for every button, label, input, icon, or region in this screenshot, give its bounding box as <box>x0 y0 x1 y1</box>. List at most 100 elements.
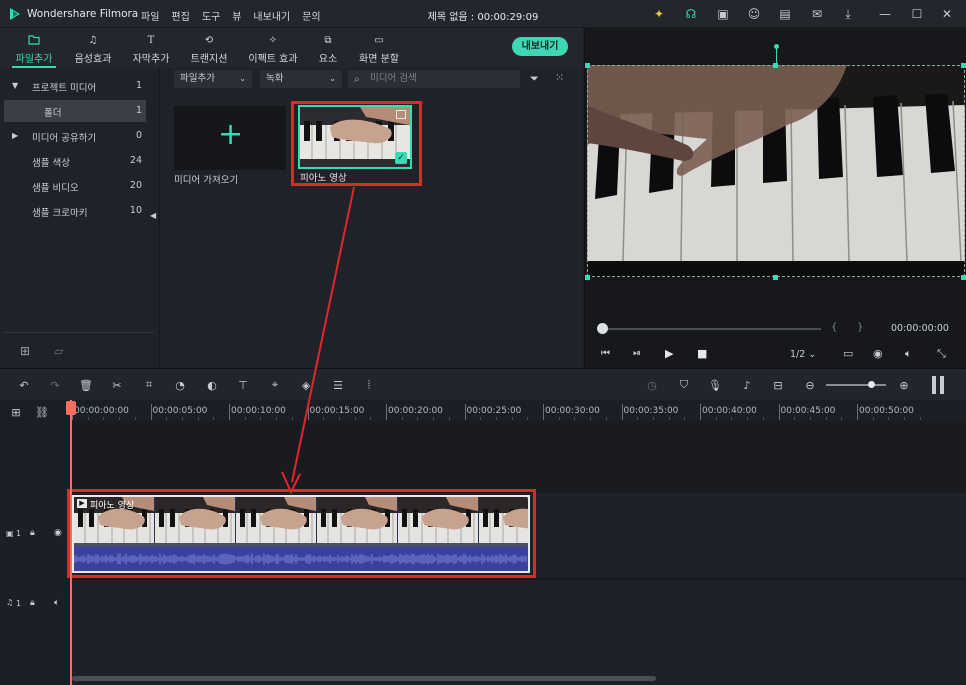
timeline-horizontal-scrollbar[interactable] <box>72 676 656 681</box>
motion-track-icon[interactable]: ⌖ <box>267 377 283 393</box>
headset-icon[interactable]: ☊ <box>682 5 700 23</box>
pause-bar-right[interactable] <box>940 376 944 394</box>
record-dropdown-label: 녹화 <box>266 73 284 84</box>
menu-tools[interactable]: 도구 <box>202 8 220 23</box>
ruler-minor-tick <box>668 417 670 420</box>
delete-icon[interactable]: 🗑︎ <box>78 377 94 393</box>
sidebar-item-sample-colors[interactable]: 샘플 색상 24 <box>4 150 146 172</box>
gift-icon[interactable]: ▣ <box>714 5 732 23</box>
voiceover-icon[interactable]: ♪ <box>739 377 755 393</box>
crop-icon[interactable]: ⌗ <box>141 377 157 393</box>
record-dropdown[interactable]: 녹화 ⌄ <box>260 70 342 88</box>
ruler-minor-tick <box>747 417 749 420</box>
tab-elements[interactable]: ⧉ 요소 <box>310 28 346 68</box>
step-forward-icon[interactable]: ⏯ <box>633 348 641 359</box>
tab-titles[interactable]: T 자막추가 <box>124 28 178 68</box>
sidebar-item-sample-video[interactable]: 샘플 비디오 20 <box>4 175 146 197</box>
zoom-slider-knob[interactable] <box>868 381 875 388</box>
tab-effects[interactable]: ✧ 이펙트 효과 <box>242 28 304 68</box>
mark-in-button[interactable]: { <box>831 322 837 333</box>
stop-icon[interactable]: ■ <box>697 347 707 360</box>
menu-file[interactable]: 파일 <box>141 8 159 23</box>
close-icon[interactable]: ✕ <box>938 5 956 23</box>
fullscreen-icon[interactable]: ⤡ <box>937 347 946 361</box>
download-icon[interactable]: ⤓ <box>839 5 857 23</box>
sidebar-item-sample-chroma[interactable]: 샘플 크로마키 10 <box>4 200 146 222</box>
ruler-minor-tick <box>401 417 403 420</box>
sidebar-item-shared-media[interactable]: ▶ 미디어 공유하기 0 <box>4 125 146 147</box>
audio-wave-icon[interactable]: ⦙ <box>361 377 377 393</box>
import-dropdown[interactable]: 파일추가 ⌄ <box>174 70 252 88</box>
minimize-icon[interactable]: — <box>876 5 894 23</box>
play-icon[interactable]: ▶ <box>665 347 673 360</box>
mark-out-button[interactable]: } <box>857 322 863 333</box>
new-folder-icon[interactable]: ⊞ <box>20 344 30 358</box>
tab-audio[interactable]: ♫ 음성효과 <box>66 28 120 68</box>
expand-arrow-icon[interactable]: ▶ <box>12 131 18 140</box>
lock-icon[interactable]: 🔒︎ <box>30 528 35 538</box>
camera-icon[interactable]: ◉ <box>873 347 883 360</box>
tab-import[interactable]: 파일추가 <box>8 28 60 68</box>
speaker-icon[interactable]: 🔈︎ <box>54 598 59 608</box>
filter-icon[interactable]: ⏷ <box>530 72 539 86</box>
menu-help[interactable]: 문의 <box>302 8 320 23</box>
mail-icon[interactable]: ✉ <box>808 5 826 23</box>
grid-view-icon[interactable]: ⁙ <box>555 71 564 84</box>
resize-handle[interactable] <box>585 63 590 68</box>
folder-outline-icon[interactable]: ▱ <box>54 344 63 358</box>
resize-handle[interactable] <box>585 275 590 280</box>
menu-edit[interactable]: 편집 <box>171 8 189 23</box>
add-track-icon[interactable]: ⊞ <box>8 404 24 420</box>
scrubber-knob[interactable] <box>597 323 608 334</box>
render-icon[interactable]: ◷ <box>644 377 660 393</box>
expand-arrow-icon[interactable]: ▼ <box>12 81 18 90</box>
link-icon[interactable]: ⛓ <box>34 404 50 420</box>
eye-icon[interactable]: ◉ <box>54 528 62 538</box>
monitor-icon[interactable]: ▭ <box>843 347 853 360</box>
zoom-slider[interactable] <box>826 384 886 386</box>
pip-icon[interactable]: ⊟ <box>770 377 786 393</box>
tab-transitions[interactable]: ⟲ 트랜지션 <box>182 28 236 68</box>
microphone-icon[interactable]: 🎙︎ <box>707 377 723 393</box>
timeline-ruler[interactable]: ⊞ ⛓ 00:00:00:00 00:00:05:00 00:00:10:00 00:… <box>0 400 966 422</box>
undo-icon[interactable]: ↶ <box>16 377 32 393</box>
media-search-input[interactable]: ⌕ 미디어 검색 <box>348 70 520 88</box>
preview-scrubber[interactable] <box>599 328 821 330</box>
save-icon[interactable]: ▤ <box>776 5 794 23</box>
tab-split-screen[interactable]: ▭ 화면 분할 <box>352 28 406 68</box>
sidebar-item-project-media[interactable]: ▼ 프로젝트 미디어 1 <box>4 75 146 97</box>
menu-view[interactable]: 뷰 <box>232 8 241 23</box>
resize-handle[interactable] <box>961 275 966 280</box>
marker-icon[interactable]: ⛉ <box>676 377 692 393</box>
zoom-out-icon[interactable]: ⊖ <box>802 377 818 393</box>
resize-handle[interactable] <box>773 63 778 68</box>
account-icon[interactable]: ☺ <box>745 5 763 23</box>
ruler-minor-tick <box>417 417 419 420</box>
collapse-sidebar-icon[interactable]: ◀ <box>150 211 156 220</box>
ruler-tick-label: 00:00:40:00 <box>702 406 757 416</box>
playhead-line[interactable] <box>70 400 72 685</box>
adjust-icon[interactable]: ☰ <box>330 377 346 393</box>
quality-dropdown[interactable]: 1/2 ⌄ <box>790 349 816 360</box>
import-media-tile[interactable]: + <box>174 106 286 170</box>
export-button[interactable]: 내보내기 <box>512 37 568 56</box>
sidebar-item-count: 10 <box>129 205 142 216</box>
maximize-icon[interactable]: ☐ <box>908 5 926 23</box>
sidebar-item-folder[interactable]: 폴더 1 <box>4 100 146 122</box>
pause-bar-left[interactable] <box>932 376 936 394</box>
volume-icon[interactable]: 🔈︎ <box>905 347 912 361</box>
ruler-tick <box>543 404 544 420</box>
lock-icon[interactable]: 🔒︎ <box>30 598 35 608</box>
green-screen-icon[interactable]: ⊤ <box>235 377 251 393</box>
resize-handle[interactable] <box>961 63 966 68</box>
zoom-in-icon[interactable]: ⊕ <box>896 377 912 393</box>
redo-icon[interactable]: ↷ <box>47 377 63 393</box>
resize-handle[interactable] <box>773 275 778 280</box>
bulb-icon[interactable]: ✦ <box>650 5 668 23</box>
color-icon[interactable]: ◐ <box>204 377 220 393</box>
cut-icon[interactable]: ✂ <box>109 377 125 393</box>
keyframe-icon[interactable]: ◈ <box>298 377 314 393</box>
speed-icon[interactable]: ◔ <box>172 377 188 393</box>
step-back-icon[interactable]: ⏮ <box>601 348 610 359</box>
menu-export[interactable]: 내보내기 <box>253 8 290 23</box>
